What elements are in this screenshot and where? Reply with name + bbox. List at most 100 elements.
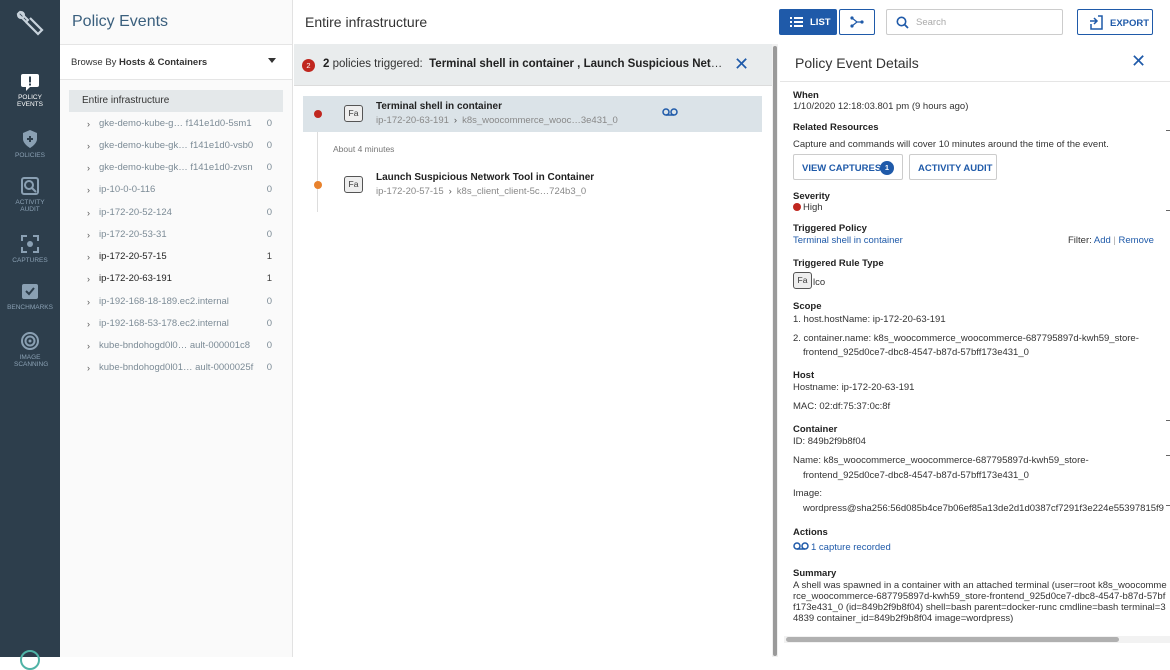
- capture-icon: [21, 235, 39, 253]
- event-row[interactable]: Fa Terminal shell in container ip-172-20…: [303, 96, 762, 132]
- chevron-right-icon: ›: [87, 319, 90, 329]
- nav-label: POLICIES: [15, 152, 45, 159]
- nav-policies[interactable]: POLICIES: [0, 129, 60, 159]
- scrollbar-thumb[interactable]: [773, 46, 777, 656]
- tree-row[interactable]: › ip-172-20-53-31 0: [87, 227, 282, 245]
- activity-audit-label: ACTIVITY AUDIT: [918, 163, 993, 174]
- host-heading: Host: [793, 370, 815, 381]
- nav-label: POLICY EVENTS: [16, 94, 43, 108]
- tree-row-name: ip-172-20-53-31: [99, 229, 167, 240]
- audit-icon: [21, 177, 39, 195]
- tree-row[interactable]: › gke-demo-kube-gk… f141e1d0-zvsn 0: [87, 160, 282, 178]
- benchmark-icon: [22, 284, 38, 299]
- severity-value: High: [803, 202, 823, 213]
- tree-row[interactable]: › ip-10-0-0-116 0: [87, 182, 282, 200]
- tree-row[interactable]: › gke-demo-kube-gk… f141e1d0-vsb0 0: [87, 138, 282, 156]
- export-button[interactable]: EXPORT: [1077, 9, 1153, 35]
- related-note: Capture and commands will cover 10 minut…: [793, 139, 1109, 150]
- container-id: ID: 849b2f9b8f04: [793, 436, 866, 447]
- severity-high-dot: [314, 110, 322, 118]
- chevron-right-icon: ›: [448, 186, 452, 197]
- details-title: Policy Event Details: [795, 55, 919, 71]
- actions-heading: Actions: [793, 527, 828, 538]
- close-banner-icon[interactable]: ✕: [734, 54, 749, 75]
- tree-row-count: 0: [266, 296, 272, 307]
- rule-type-value: lco: [813, 277, 826, 288]
- severity-row: High: [793, 202, 823, 213]
- scrollbar-thumb[interactable]: [786, 637, 1119, 642]
- tree-row-name: gke-demo-kube-g… f141e1d0-5sm1: [99, 118, 252, 129]
- tree-row[interactable]: › ip-172-20-52-124 0: [87, 205, 282, 223]
- graph-view-button[interactable]: [839, 9, 875, 35]
- chevron-right-icon: ›: [87, 230, 90, 240]
- policy-events-panel: Policy Events Browse By Hosts & Containe…: [60, 0, 293, 657]
- event-host: ip-172-20-63-191: [376, 115, 449, 126]
- tree-row[interactable]: › ip-172-20-57-15 1: [87, 249, 282, 267]
- tree-row-name: ip-10-0-0-116: [99, 184, 156, 195]
- activity-audit-button[interactable]: ACTIVITY AUDIT: [909, 154, 997, 180]
- tree-row-count: 0: [266, 229, 272, 240]
- search-input[interactable]: Search: [886, 9, 1063, 35]
- tree-row[interactable]: › ip-192-168-53-178.ec2.internal 0: [87, 316, 282, 334]
- user-avatar[interactable]: [20, 650, 40, 670]
- horizontal-scrollbar[interactable]: [784, 636, 1170, 643]
- browse-by-dropdown[interactable]: Browse By Hosts & Containers: [60, 44, 292, 80]
- panel-scrollbar[interactable]: [772, 44, 778, 657]
- container-name-cont: frontend_925d0ce7-dbc8-4547-b87d-57bff17…: [803, 470, 1029, 481]
- scope-item: 1. host.hostName: ip-172-20-63-191: [793, 314, 946, 325]
- triggered-policy-link[interactable]: Terminal shell in container: [793, 235, 903, 246]
- tree-row[interactable]: › ip-172-20-63-191 1: [87, 271, 282, 289]
- scope-item-cont: frontend_925d0ce7-dbc8-4547-b87d-57bff17…: [803, 347, 1029, 358]
- summary-text: A shell was spawned in a container with …: [793, 580, 1167, 624]
- severity-heading: Severity: [793, 191, 830, 202]
- nav-label: IMAGE SCANNING: [14, 354, 49, 368]
- event-title: Launch Suspicious Network Tool in Contai…: [376, 172, 595, 183]
- tree-row-count: 0: [266, 207, 272, 218]
- nav-captures[interactable]: CAPTURES: [0, 234, 60, 264]
- tree-row-count: 0: [266, 162, 272, 173]
- banner-count: 2: [323, 58, 330, 70]
- panel-title: Policy Events: [72, 13, 169, 30]
- chevron-right-icon: ›: [87, 185, 90, 195]
- chevron-right-icon: ›: [87, 119, 90, 129]
- filter-remove-link[interactable]: Remove: [1119, 235, 1154, 246]
- container-name: Name: k8s_woocommerce_woocommerce-687795…: [793, 455, 1089, 466]
- view-captures-button[interactable]: VIEW CAPTURES 1: [793, 154, 903, 180]
- related-heading: Related Resources: [793, 122, 879, 133]
- app-logo-icon[interactable]: [14, 8, 46, 40]
- nav-benchmarks[interactable]: BENCHMARKS: [0, 281, 60, 311]
- chevron-right-icon: ›: [87, 252, 90, 262]
- close-details-icon[interactable]: ✕: [1131, 51, 1146, 72]
- tree-root-entire-infrastructure[interactable]: Entire infrastructure: [69, 90, 283, 112]
- capture-recording-icon: [662, 108, 678, 116]
- tree-row-count: 0: [266, 340, 272, 351]
- top-bar: Entire infrastructure LIST Search EXPORT: [294, 0, 1170, 44]
- captures-count-badge: 1: [880, 161, 894, 175]
- policy-count-badge: 2: [302, 59, 315, 72]
- tree-row[interactable]: › ip-192-168-18-189.ec2.internal 0: [87, 294, 282, 312]
- shield-icon: [23, 130, 37, 148]
- event-row[interactable]: Fa Launch Suspicious Network Tool in Con…: [303, 167, 762, 203]
- tree-row-name: gke-demo-kube-gk… f141e1d0-zvsn: [99, 162, 253, 173]
- tree-row[interactable]: › kube-bndohogd0l01… ault-0000025f 0: [87, 360, 282, 378]
- nav-policy-events[interactable]: POLICY EVENTS: [0, 73, 60, 108]
- list-view-button[interactable]: LIST: [779, 9, 837, 35]
- filter-add-link[interactable]: Add: [1094, 235, 1111, 246]
- tree-row-count: 0: [266, 118, 272, 129]
- nav-activity-audit[interactable]: ACTIVITY AUDIT: [0, 176, 60, 213]
- falco-badge: Fa: [344, 105, 363, 122]
- filter-separator: |: [1113, 235, 1116, 246]
- tree-row-count: 0: [266, 318, 272, 329]
- nav-label: BENCHMARKS: [7, 304, 53, 311]
- container-heading: Container: [793, 424, 838, 435]
- nav-image-scanning[interactable]: IMAGE SCANNING: [0, 331, 60, 368]
- chevron-right-icon: ›: [87, 163, 90, 173]
- event-title: Terminal shell in container: [376, 101, 502, 112]
- actions-link[interactable]: 1 capture recorded: [793, 542, 891, 553]
- tree-row[interactable]: › kube-bndohogd0l0… ault-000001c8 0: [87, 338, 282, 356]
- tree-row-name: gke-demo-kube-gk… f141e1d0-vsb0: [99, 140, 254, 151]
- event-host: ip-172-20-57-15: [376, 186, 444, 197]
- tree-row-name: ip-172-20-52-124: [99, 207, 172, 218]
- nav-label: CAPTURES: [12, 257, 48, 264]
- tree-row[interactable]: › gke-demo-kube-g… f141e1d0-5sm1 0: [87, 116, 282, 134]
